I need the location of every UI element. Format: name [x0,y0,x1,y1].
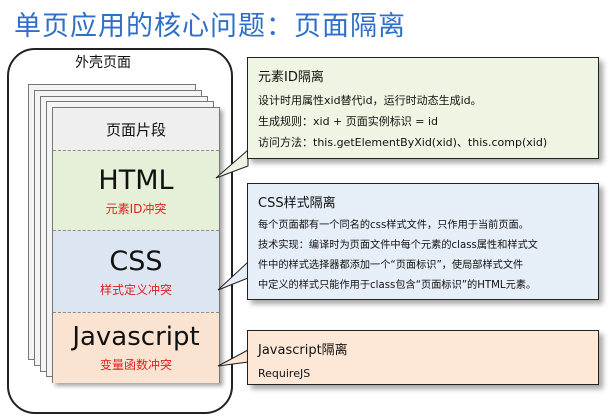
callout-line: 中定义的样式只能作用于class包含“页面标识”的HTML元素。 [258,280,537,291]
callout-line: 设计时用属性xid替代id，运行时动态生成id。 [258,94,482,107]
css-callout-pointer [217,260,249,291]
callout-line: 访问方法：this.getElementByXid(xid)、this.comp… [258,136,548,149]
html-callout-pointer [215,148,249,179]
js-isolation-callout: Javascript隔离 RequireJS [247,330,599,385]
callout-line: RequireJS [258,367,311,380]
callout-line: 生成规则：xid + 页面实例标识 = id [258,115,439,128]
css-isolation-callout: CSS样式隔离 每个页面都有一个同名的css样式文件，只作用于当前页面。 技术实… [247,183,599,300]
callout-heading: 元素ID隔离 [258,70,324,85]
callout-heading: CSS样式隔离 [258,196,336,211]
js-callout-pointer [217,349,249,367]
callout-heading: Javascript隔离 [258,343,348,358]
callout-line: 件中的样式选择器都添加一个“页面标识”，使局部样式文件 [258,260,524,271]
callout-line: 技术实现：编译时为页面文件中每个元素的class属性和样式文 [258,240,538,251]
callout-line: 每个页面都有一个同名的css样式文件，只作用于当前页面。 [258,220,529,231]
element-id-isolation-callout: 元素ID隔离 设计时用属性xid替代id，运行时动态生成id。 生成规则：xid… [247,57,599,159]
